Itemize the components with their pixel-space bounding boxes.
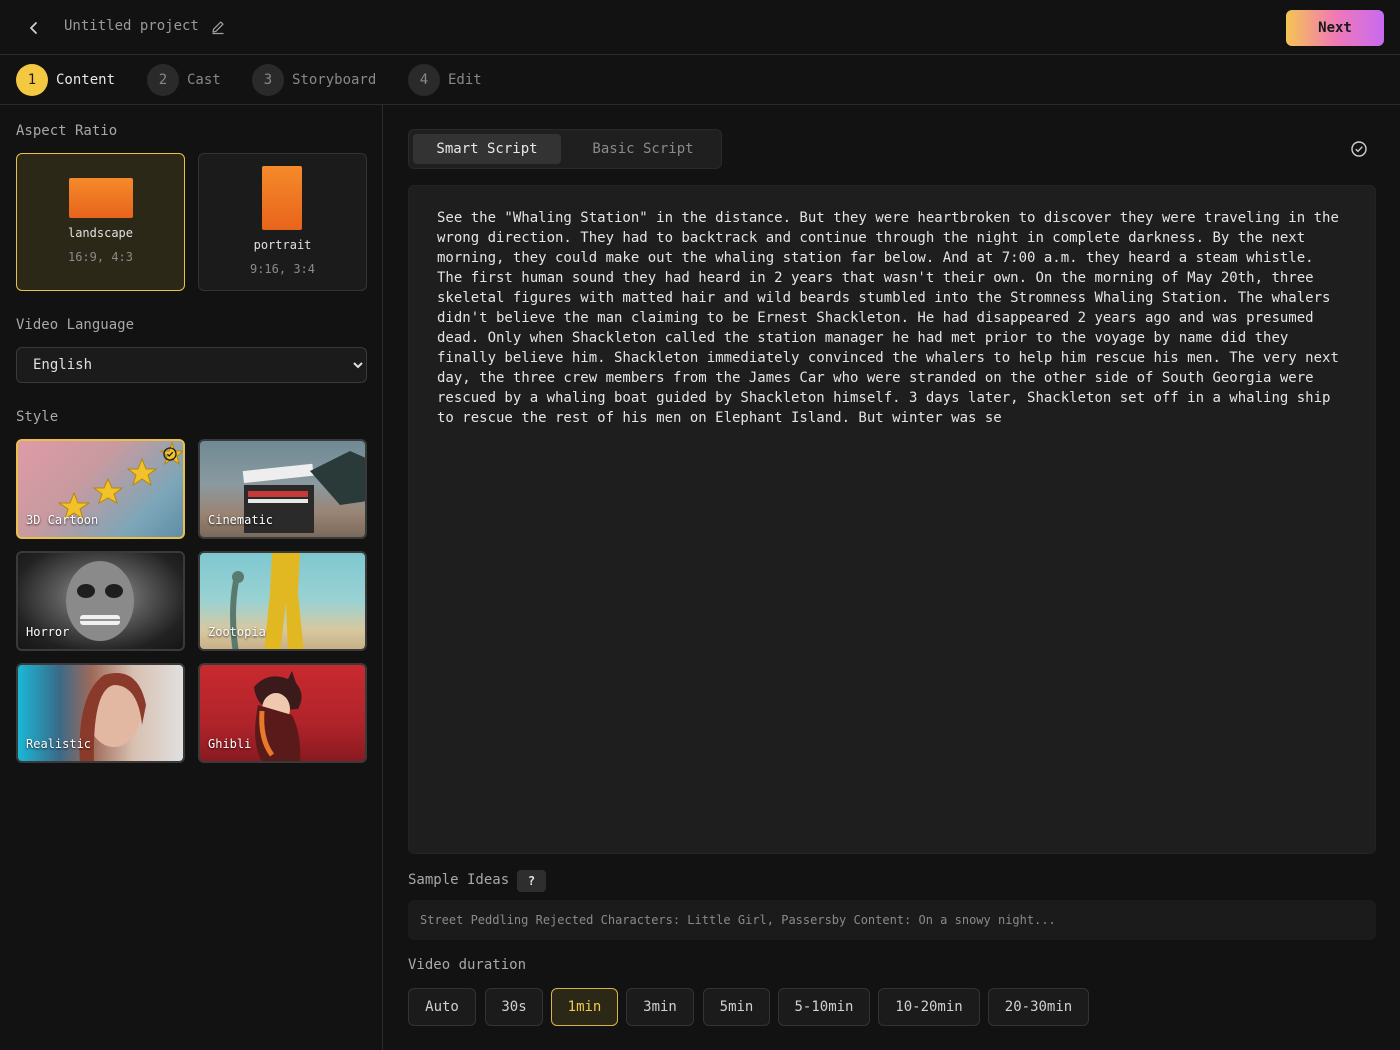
tab-basic-script[interactable]: Basic Script (569, 134, 717, 164)
style-name: Realistic (26, 737, 92, 751)
video-language-label: Video Language (16, 317, 135, 333)
back-button[interactable] (22, 16, 46, 40)
script-textarea[interactable]: See the "Whaling Station" in the distanc… (408, 185, 1376, 854)
style-realistic[interactable]: Realistic (16, 663, 185, 763)
check-circle-icon[interactable] (1350, 140, 1368, 158)
step-nav: 1 Content 2 Cast 3 Storyboard 4 Edit (0, 55, 1400, 105)
style-name: 3D Cartoon (26, 513, 99, 527)
style-name: Cinematic (208, 513, 274, 527)
style-zootopia[interactable]: Zootopia (198, 551, 367, 651)
step-edit[interactable]: 4 Edit (408, 64, 482, 96)
style-label: Style (16, 409, 59, 425)
style-name: Ghibli (208, 737, 252, 751)
step-number: 4 (408, 64, 440, 96)
chevron-left-icon (30, 22, 37, 34)
ratio-portrait-card[interactable]: portrait 9:16, 3:4 (198, 153, 367, 291)
duration-5-10min-button[interactable]: 5-10min (778, 988, 870, 1026)
duration-10-20min-button[interactable]: 10-20min (878, 988, 980, 1026)
step-number: 1 (16, 64, 48, 96)
script-mode-tabs: Smart Script Basic Script (408, 129, 722, 169)
step-storyboard[interactable]: 3 Storyboard (252, 64, 376, 96)
ratio-name: landscape (67, 226, 134, 240)
duration-5min-button[interactable]: 5min (703, 988, 770, 1026)
settings-sidebar: Aspect Ratio landscape 16:9, 4:3 portrai… (0, 105, 383, 1050)
style-name: Horror (26, 625, 70, 639)
step-label: Edit (448, 72, 482, 88)
step-label: Content (56, 72, 116, 88)
step-number: 3 (252, 64, 284, 96)
script-panel: Smart Script Basic Script See the "Whali… (384, 105, 1400, 1050)
sample-ideas-label: Sample Ideas (408, 872, 510, 888)
ratio-landscape-card[interactable]: landscape 16:9, 4:3 (16, 153, 185, 291)
step-number: 2 (147, 64, 179, 96)
video-duration-label: Video duration (408, 957, 527, 973)
duration-1min-button[interactable]: 1min (551, 988, 618, 1026)
duration-3min-button[interactable]: 3min (626, 988, 694, 1026)
help-button[interactable]: ? (517, 870, 546, 892)
style-ghibli[interactable]: Ghibli (198, 663, 367, 763)
portrait-shape-icon (262, 166, 302, 230)
step-label: Storyboard (292, 72, 377, 88)
pencil-icon[interactable] (210, 19, 226, 35)
style-name: Zootopia (208, 625, 266, 639)
landscape-shape-icon (69, 178, 133, 218)
style-3d-cartoon[interactable]: 3D Cartoon (16, 439, 185, 539)
ratio-name: portrait (253, 238, 312, 252)
top-bar: Untitled project Next (0, 0, 1400, 55)
step-cast[interactable]: 2 Cast (147, 64, 221, 96)
ratio-sub: 9:16, 3:4 (249, 262, 316, 276)
duration-auto-button[interactable]: Auto (408, 988, 476, 1026)
language-select[interactable]: English (16, 347, 367, 383)
tab-smart-script[interactable]: Smart Script (413, 134, 561, 164)
style-cinematic[interactable]: Cinematic (198, 439, 367, 539)
step-content[interactable]: 1 Content (16, 64, 115, 96)
check-circle-icon (163, 447, 177, 461)
duration-20-30min-button[interactable]: 20-30min (988, 988, 1089, 1026)
sample-idea-item[interactable]: Street Peddling Rejected Characters: Lit… (408, 900, 1376, 940)
next-button[interactable]: Next (1286, 10, 1384, 46)
ratio-sub: 16:9, 4:3 (67, 250, 134, 264)
duration-30s-button[interactable]: 30s (485, 988, 543, 1026)
project-title: Untitled project (64, 18, 199, 34)
style-horror[interactable]: Horror (16, 551, 185, 651)
aspect-ratio-label: Aspect Ratio (16, 123, 118, 139)
step-label: Cast (187, 72, 221, 88)
